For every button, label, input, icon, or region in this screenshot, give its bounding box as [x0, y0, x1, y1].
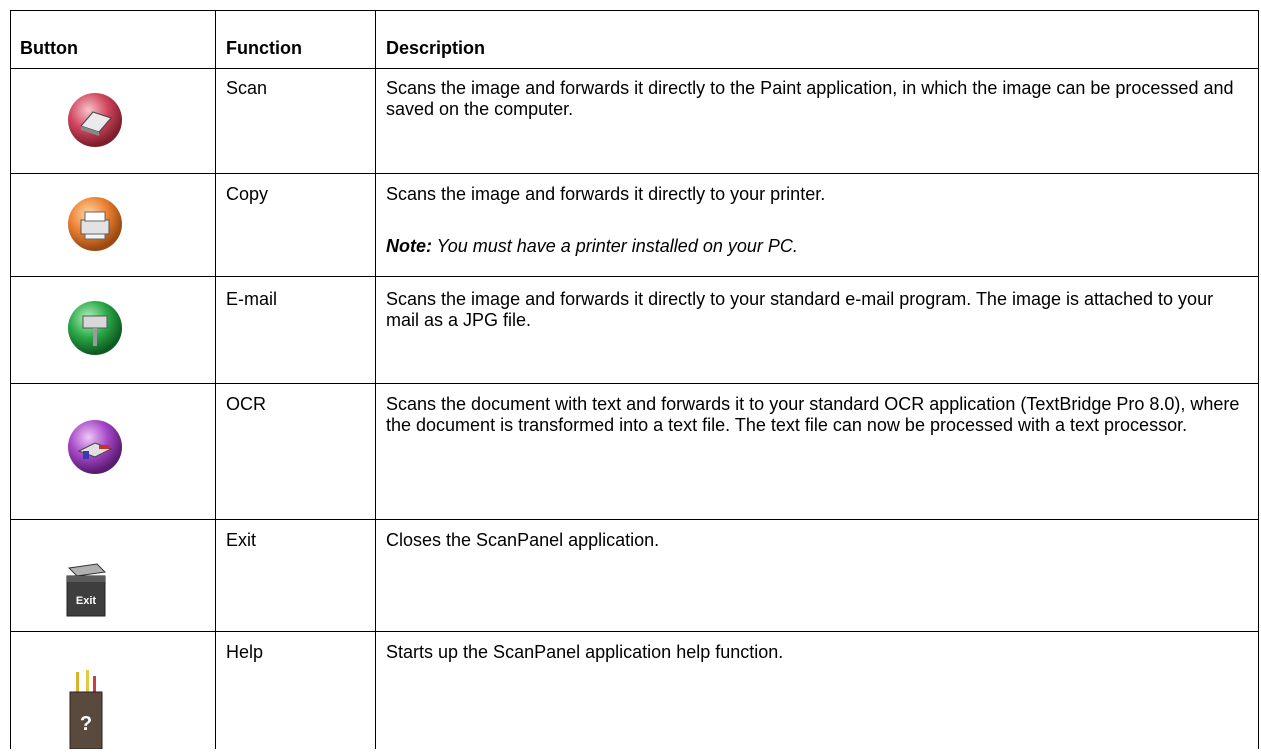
description-ocr: Scans the document with text and forward… [386, 394, 1240, 435]
ocr-icon [63, 415, 127, 484]
description-email: Scans the image and forwards it directly… [386, 289, 1214, 330]
function-help: Help [226, 642, 264, 662]
help-icon-label: ? [80, 713, 92, 735]
row-divider [10, 68, 1259, 69]
function-ocr: OCR [226, 394, 266, 414]
row-divider [10, 173, 1259, 174]
description-help: Starts up the ScanPanel application help… [386, 642, 784, 662]
button-function-table: Button Function Description Scan Scans t… [0, 0, 1261, 750]
function-copy: Copy [226, 184, 269, 204]
description-exit: Closes the ScanPanel application. [386, 530, 660, 550]
header-function: Function [226, 38, 302, 58]
note-label: Note: [386, 236, 432, 256]
row-divider [10, 383, 1259, 384]
note-text: You must have a printer installed on you… [432, 236, 798, 256]
exit-icon: Exit [63, 560, 111, 625]
description-copy: Scans the image and forwards it directly… [386, 184, 826, 204]
header-button: Button [20, 38, 78, 58]
row-divider [10, 276, 1259, 277]
row-divider [10, 519, 1259, 520]
description-scan: Scans the image and forwards it directly… [386, 78, 1234, 119]
exit-icon-label: Exit [76, 595, 97, 607]
table-border-top [10, 10, 1259, 11]
header-description: Description [386, 38, 486, 58]
function-exit: Exit [226, 530, 257, 550]
email-icon [63, 296, 127, 365]
copy-icon [63, 192, 127, 261]
help-icon: ? [66, 670, 106, 754]
scan-icon [63, 88, 127, 157]
copy-note: Note: You must have a printer installed … [386, 236, 1251, 257]
function-email: E-mail [226, 289, 278, 309]
table-border-right [1258, 10, 1259, 749]
table-border-left [10, 10, 11, 749]
function-scan: Scan [226, 78, 268, 98]
row-divider [10, 631, 1259, 632]
column-divider [215, 10, 216, 749]
column-divider [375, 10, 376, 749]
